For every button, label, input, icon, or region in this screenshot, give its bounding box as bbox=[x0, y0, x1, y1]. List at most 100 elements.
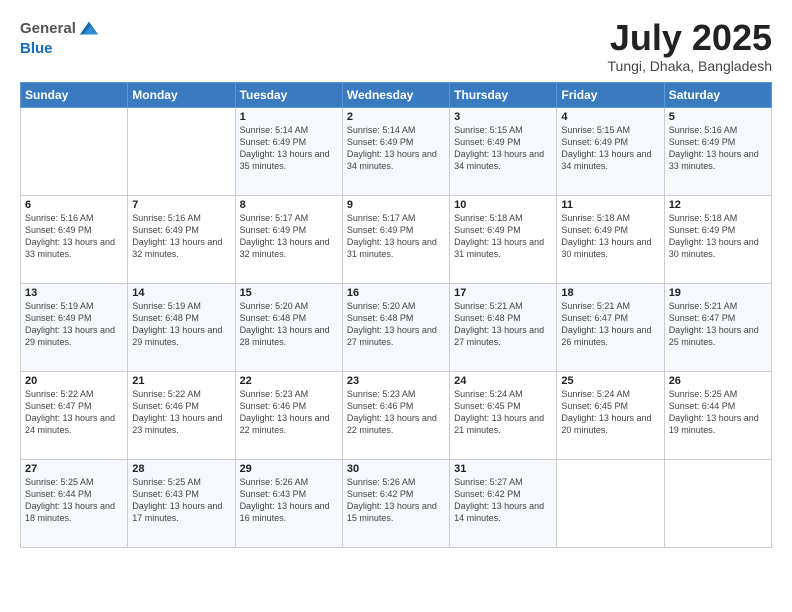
calendar-cell: 13Sunrise: 5:19 AMSunset: 6:49 PMDayligh… bbox=[21, 283, 128, 371]
cell-text: Sunrise: 5:17 AMSunset: 6:49 PMDaylight:… bbox=[240, 212, 338, 261]
day-number: 10 bbox=[454, 199, 552, 211]
day-number: 2 bbox=[347, 111, 445, 123]
cell-text: Sunrise: 5:16 AMSunset: 6:49 PMDaylight:… bbox=[25, 212, 123, 261]
cell-text: Sunrise: 5:23 AMSunset: 6:46 PMDaylight:… bbox=[347, 388, 445, 437]
calendar-cell: 6Sunrise: 5:16 AMSunset: 6:49 PMDaylight… bbox=[21, 195, 128, 283]
calendar-cell: 2Sunrise: 5:14 AMSunset: 6:49 PMDaylight… bbox=[342, 107, 449, 195]
cell-text: Sunrise: 5:21 AMSunset: 6:48 PMDaylight:… bbox=[454, 300, 552, 349]
cell-text: Sunrise: 5:19 AMSunset: 6:49 PMDaylight:… bbox=[25, 300, 123, 349]
calendar-cell: 5Sunrise: 5:16 AMSunset: 6:49 PMDaylight… bbox=[664, 107, 771, 195]
calendar-cell: 11Sunrise: 5:18 AMSunset: 6:49 PMDayligh… bbox=[557, 195, 664, 283]
cell-text: Sunrise: 5:16 AMSunset: 6:49 PMDaylight:… bbox=[669, 124, 767, 173]
cell-text: Sunrise: 5:20 AMSunset: 6:48 PMDaylight:… bbox=[347, 300, 445, 349]
cell-text: Sunrise: 5:24 AMSunset: 6:45 PMDaylight:… bbox=[561, 388, 659, 437]
day-number: 27 bbox=[25, 463, 123, 475]
cell-text: Sunrise: 5:21 AMSunset: 6:47 PMDaylight:… bbox=[561, 300, 659, 349]
calendar-header-row: SundayMondayTuesdayWednesdayThursdayFrid… bbox=[21, 82, 772, 107]
calendar-week-5: 27Sunrise: 5:25 AMSunset: 6:44 PMDayligh… bbox=[21, 459, 772, 547]
cell-text: Sunrise: 5:18 AMSunset: 6:49 PMDaylight:… bbox=[669, 212, 767, 261]
main-title: July 2025 bbox=[608, 18, 772, 58]
day-number: 14 bbox=[132, 287, 230, 299]
calendar-cell: 4Sunrise: 5:15 AMSunset: 6:49 PMDaylight… bbox=[557, 107, 664, 195]
calendar-cell: 22Sunrise: 5:23 AMSunset: 6:46 PMDayligh… bbox=[235, 371, 342, 459]
calendar-cell: 28Sunrise: 5:25 AMSunset: 6:43 PMDayligh… bbox=[128, 459, 235, 547]
cell-text: Sunrise: 5:22 AMSunset: 6:46 PMDaylight:… bbox=[132, 388, 230, 437]
calendar-cell: 26Sunrise: 5:25 AMSunset: 6:44 PMDayligh… bbox=[664, 371, 771, 459]
cell-text: Sunrise: 5:14 AMSunset: 6:49 PMDaylight:… bbox=[347, 124, 445, 173]
calendar-week-4: 20Sunrise: 5:22 AMSunset: 6:47 PMDayligh… bbox=[21, 371, 772, 459]
calendar-cell: 31Sunrise: 5:27 AMSunset: 6:42 PMDayligh… bbox=[450, 459, 557, 547]
calendar-cell: 18Sunrise: 5:21 AMSunset: 6:47 PMDayligh… bbox=[557, 283, 664, 371]
day-number: 9 bbox=[347, 199, 445, 211]
day-number: 21 bbox=[132, 375, 230, 387]
day-number: 15 bbox=[240, 287, 338, 299]
subtitle: Tungi, Dhaka, Bangladesh bbox=[608, 58, 772, 74]
cell-text: Sunrise: 5:24 AMSunset: 6:45 PMDaylight:… bbox=[454, 388, 552, 437]
logo-general: General bbox=[20, 20, 76, 37]
calendar-header-thursday: Thursday bbox=[450, 82, 557, 107]
calendar-cell: 29Sunrise: 5:26 AMSunset: 6:43 PMDayligh… bbox=[235, 459, 342, 547]
day-number: 25 bbox=[561, 375, 659, 387]
day-number: 4 bbox=[561, 111, 659, 123]
calendar-cell: 1Sunrise: 5:14 AMSunset: 6:49 PMDaylight… bbox=[235, 107, 342, 195]
day-number: 26 bbox=[669, 375, 767, 387]
logo: General Blue bbox=[20, 18, 100, 57]
cell-text: Sunrise: 5:20 AMSunset: 6:48 PMDaylight:… bbox=[240, 300, 338, 349]
cell-text: Sunrise: 5:15 AMSunset: 6:49 PMDaylight:… bbox=[454, 124, 552, 173]
day-number: 17 bbox=[454, 287, 552, 299]
day-number: 8 bbox=[240, 199, 338, 211]
cell-text: Sunrise: 5:25 AMSunset: 6:43 PMDaylight:… bbox=[132, 476, 230, 525]
day-number: 24 bbox=[454, 375, 552, 387]
calendar-cell: 16Sunrise: 5:20 AMSunset: 6:48 PMDayligh… bbox=[342, 283, 449, 371]
calendar-cell: 23Sunrise: 5:23 AMSunset: 6:46 PMDayligh… bbox=[342, 371, 449, 459]
day-number: 7 bbox=[132, 199, 230, 211]
calendar-cell: 30Sunrise: 5:26 AMSunset: 6:42 PMDayligh… bbox=[342, 459, 449, 547]
calendar-cell: 10Sunrise: 5:18 AMSunset: 6:49 PMDayligh… bbox=[450, 195, 557, 283]
day-number: 12 bbox=[669, 199, 767, 211]
calendar-cell: 15Sunrise: 5:20 AMSunset: 6:48 PMDayligh… bbox=[235, 283, 342, 371]
calendar-cell: 27Sunrise: 5:25 AMSunset: 6:44 PMDayligh… bbox=[21, 459, 128, 547]
calendar-cell: 24Sunrise: 5:24 AMSunset: 6:45 PMDayligh… bbox=[450, 371, 557, 459]
cell-text: Sunrise: 5:19 AMSunset: 6:48 PMDaylight:… bbox=[132, 300, 230, 349]
calendar-header-friday: Friday bbox=[557, 82, 664, 107]
day-number: 29 bbox=[240, 463, 338, 475]
cell-text: Sunrise: 5:18 AMSunset: 6:49 PMDaylight:… bbox=[561, 212, 659, 261]
day-number: 5 bbox=[669, 111, 767, 123]
calendar: SundayMondayTuesdayWednesdayThursdayFrid… bbox=[20, 82, 772, 548]
day-number: 6 bbox=[25, 199, 123, 211]
calendar-week-2: 6Sunrise: 5:16 AMSunset: 6:49 PMDaylight… bbox=[21, 195, 772, 283]
calendar-cell bbox=[557, 459, 664, 547]
cell-text: Sunrise: 5:21 AMSunset: 6:47 PMDaylight:… bbox=[669, 300, 767, 349]
calendar-week-3: 13Sunrise: 5:19 AMSunset: 6:49 PMDayligh… bbox=[21, 283, 772, 371]
day-number: 11 bbox=[561, 199, 659, 211]
cell-text: Sunrise: 5:26 AMSunset: 6:43 PMDaylight:… bbox=[240, 476, 338, 525]
title-block: July 2025 Tungi, Dhaka, Bangladesh bbox=[608, 18, 772, 74]
calendar-cell: 25Sunrise: 5:24 AMSunset: 6:45 PMDayligh… bbox=[557, 371, 664, 459]
day-number: 23 bbox=[347, 375, 445, 387]
calendar-cell: 3Sunrise: 5:15 AMSunset: 6:49 PMDaylight… bbox=[450, 107, 557, 195]
day-number: 18 bbox=[561, 287, 659, 299]
logo-icon bbox=[78, 18, 100, 40]
calendar-header-wednesday: Wednesday bbox=[342, 82, 449, 107]
day-number: 16 bbox=[347, 287, 445, 299]
logo-blue: Blue bbox=[20, 40, 100, 57]
cell-text: Sunrise: 5:14 AMSunset: 6:49 PMDaylight:… bbox=[240, 124, 338, 173]
cell-text: Sunrise: 5:26 AMSunset: 6:42 PMDaylight:… bbox=[347, 476, 445, 525]
day-number: 13 bbox=[25, 287, 123, 299]
day-number: 20 bbox=[25, 375, 123, 387]
calendar-cell bbox=[21, 107, 128, 195]
calendar-cell: 21Sunrise: 5:22 AMSunset: 6:46 PMDayligh… bbox=[128, 371, 235, 459]
calendar-cell: 19Sunrise: 5:21 AMSunset: 6:47 PMDayligh… bbox=[664, 283, 771, 371]
day-number: 3 bbox=[454, 111, 552, 123]
calendar-header-saturday: Saturday bbox=[664, 82, 771, 107]
calendar-cell: 12Sunrise: 5:18 AMSunset: 6:49 PMDayligh… bbox=[664, 195, 771, 283]
calendar-cell bbox=[128, 107, 235, 195]
cell-text: Sunrise: 5:18 AMSunset: 6:49 PMDaylight:… bbox=[454, 212, 552, 261]
calendar-cell: 14Sunrise: 5:19 AMSunset: 6:48 PMDayligh… bbox=[128, 283, 235, 371]
calendar-cell bbox=[664, 459, 771, 547]
cell-text: Sunrise: 5:25 AMSunset: 6:44 PMDaylight:… bbox=[25, 476, 123, 525]
cell-text: Sunrise: 5:16 AMSunset: 6:49 PMDaylight:… bbox=[132, 212, 230, 261]
calendar-header-monday: Monday bbox=[128, 82, 235, 107]
day-number: 28 bbox=[132, 463, 230, 475]
page: General Blue July 2025 Tungi, Dhaka, Ban… bbox=[0, 0, 792, 612]
